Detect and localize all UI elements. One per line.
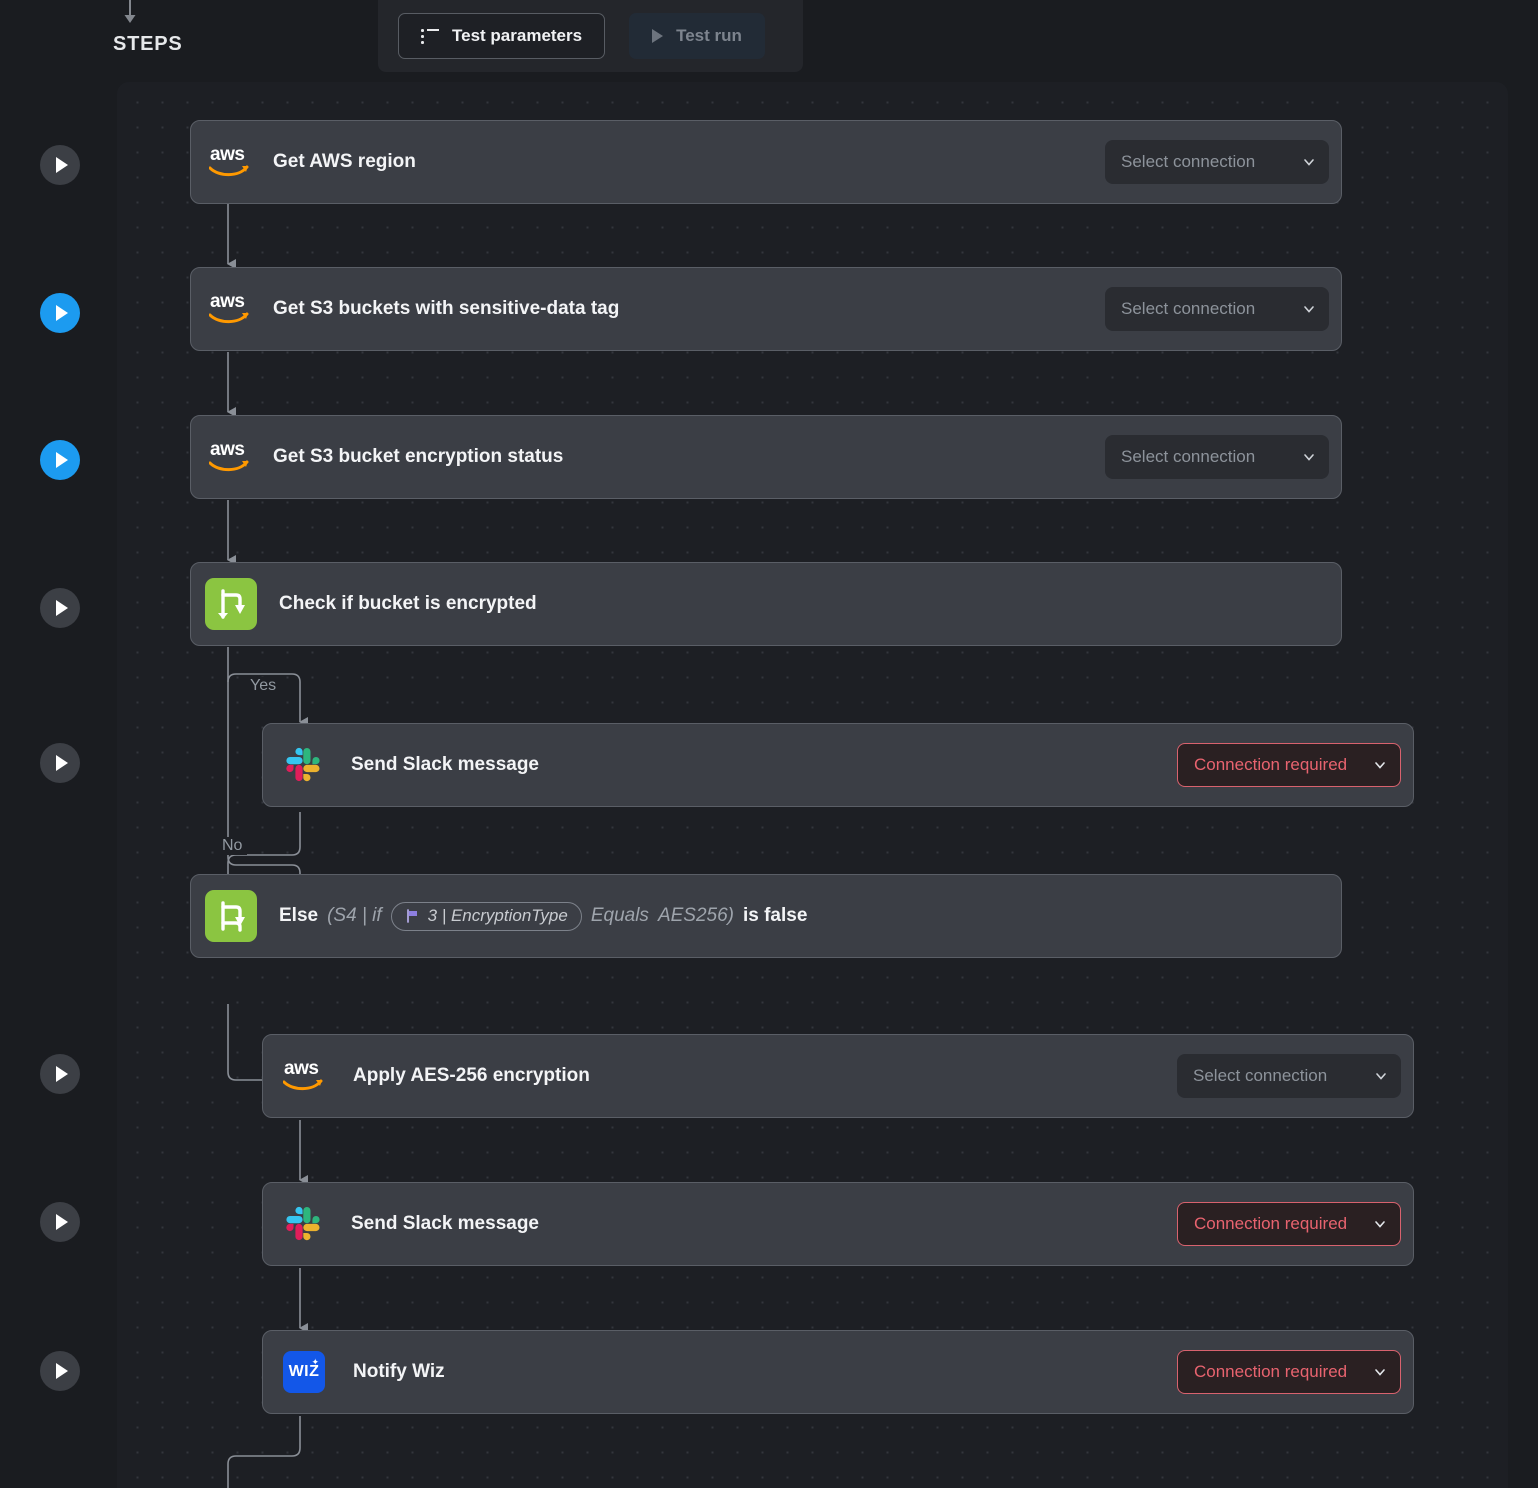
chevron-down-icon xyxy=(1375,762,1385,769)
branch-icon xyxy=(205,890,257,942)
step-card-8[interactable]: Send Slack message Connection required xyxy=(262,1182,1414,1266)
condition-variable-label: 3 | EncryptionType xyxy=(427,905,568,925)
run-step-1-button[interactable] xyxy=(40,145,80,185)
step-card-9[interactable]: WIZ ✦ Notify Wiz Connection required xyxy=(262,1330,1414,1414)
run-step-2-button[interactable] xyxy=(40,293,80,333)
connection-select-3-label: Select connection xyxy=(1121,447,1256,466)
workflow-editor: STEPS Test parameters Test run 1 2 3 4 5… xyxy=(0,0,1538,1488)
toolbar: Test parameters Test run xyxy=(378,0,803,72)
step-title-7: Apply AES-256 encryption xyxy=(353,1065,590,1086)
step-title-1: Get AWS region xyxy=(273,151,416,172)
step-card-1[interactable]: aws Get AWS region Select connection xyxy=(190,120,1342,204)
run-step-8-button[interactable] xyxy=(40,1202,80,1242)
connection-select-1[interactable]: Select connection xyxy=(1105,140,1329,184)
flag-icon xyxy=(406,908,417,923)
connection-select-7[interactable]: Select connection xyxy=(1177,1054,1401,1098)
connection-select-9-label: Connection required xyxy=(1194,1362,1348,1381)
else-keyword: Else xyxy=(279,905,319,926)
play-icon xyxy=(652,29,664,43)
aws-icon: aws xyxy=(209,291,251,326)
step-card-7[interactable]: aws Apply AES-256 encryption Select conn… xyxy=(262,1034,1414,1118)
test-run-label: Test run xyxy=(676,26,742,45)
branch-label-yes: Yes xyxy=(245,677,282,695)
connection-select-3[interactable]: Select connection xyxy=(1105,435,1329,479)
step-card-5[interactable]: Send Slack message Connection required xyxy=(262,723,1414,807)
run-step-7-button[interactable] xyxy=(40,1054,80,1094)
run-step-9-button[interactable] xyxy=(40,1351,80,1391)
step-card-6[interactable]: Else (S4 | if 3 | EncryptionType Equals … xyxy=(190,874,1342,958)
chevron-down-icon xyxy=(1304,159,1314,166)
branch-label-no: No xyxy=(217,837,248,855)
aws-icon: aws xyxy=(209,439,251,474)
list-icon xyxy=(421,29,439,44)
test-run-button[interactable]: Test run xyxy=(629,13,765,59)
page-title: STEPS xyxy=(113,33,183,55)
condition-value: AES256) xyxy=(657,905,734,926)
step-title-9: Notify Wiz xyxy=(353,1361,445,1382)
incoming-arrow-icon xyxy=(124,0,136,23)
connection-select-8-label: Connection required xyxy=(1194,1214,1348,1233)
condition-operator: Equals xyxy=(590,905,649,926)
connection-select-2[interactable]: Select connection xyxy=(1105,287,1329,331)
run-step-5-button[interactable] xyxy=(40,743,80,783)
run-step-4-button[interactable] xyxy=(40,588,80,628)
step-title-2: Get S3 buckets with sensitive-data tag xyxy=(273,298,620,319)
step-title-4: Check if bucket is encrypted xyxy=(279,593,537,614)
chevron-down-icon xyxy=(1375,1369,1385,1376)
chevron-down-icon xyxy=(1375,1221,1385,1228)
aws-icon: aws xyxy=(209,144,251,179)
step-card-2[interactable]: aws Get S3 buckets with sensitive-data t… xyxy=(190,267,1342,351)
step-card-3[interactable]: aws Get S3 bucket encryption status Sele… xyxy=(190,415,1342,499)
connection-select-9[interactable]: Connection required xyxy=(1177,1350,1401,1394)
test-parameters-button[interactable]: Test parameters xyxy=(398,13,606,59)
run-step-3-button[interactable] xyxy=(40,440,80,480)
connection-select-5-label: Connection required xyxy=(1194,755,1348,774)
chevron-down-icon xyxy=(1376,1073,1386,1080)
workflow-canvas: Yes No aws Get AWS region Select connect… xyxy=(117,82,1508,1488)
step-card-4[interactable]: Check if bucket is encrypted xyxy=(190,562,1342,646)
wiz-icon: WIZ ✦ xyxy=(283,1351,325,1393)
branch-icon xyxy=(205,578,257,630)
connection-select-1-label: Select connection xyxy=(1121,152,1256,171)
test-parameters-label: Test parameters xyxy=(452,26,583,45)
chevron-down-icon xyxy=(1304,306,1314,313)
step-title-8: Send Slack message xyxy=(351,1213,539,1234)
aws-icon: aws xyxy=(283,1058,325,1093)
step-title-5: Send Slack message xyxy=(351,754,539,775)
slack-icon xyxy=(283,1204,323,1244)
condition-tail: is false xyxy=(742,905,808,926)
condition-variable-pill[interactable]: 3 | EncryptionType xyxy=(390,901,582,931)
connection-select-5[interactable]: Connection required xyxy=(1177,743,1401,787)
slack-icon xyxy=(283,745,323,785)
connection-select-7-label: Select connection xyxy=(1193,1066,1328,1085)
connection-select-8[interactable]: Connection required xyxy=(1177,1202,1401,1246)
else-condition: Else (S4 | if 3 | EncryptionType Equals … xyxy=(279,901,808,931)
else-open-paren: (S4 | if xyxy=(327,905,382,926)
chevron-down-icon xyxy=(1304,454,1314,461)
step-title-3: Get S3 bucket encryption status xyxy=(273,446,564,467)
connection-select-2-label: Select connection xyxy=(1121,299,1256,318)
